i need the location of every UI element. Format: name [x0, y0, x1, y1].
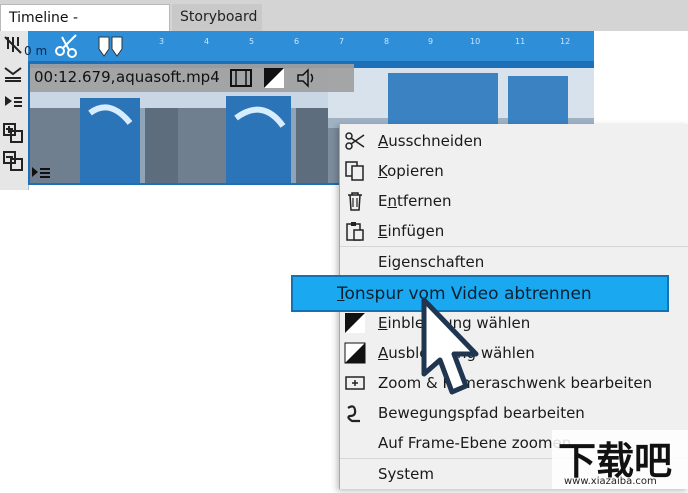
menu-label: A [378, 132, 389, 150]
menu-label: A [378, 344, 389, 362]
magnet-icon[interactable] [2, 34, 24, 56]
ruler-tick: 3 [159, 37, 165, 46]
ruler-partial-label: 0 m [24, 44, 48, 58]
transition-icon[interactable] [263, 67, 285, 93]
ruler-tick: 10 [470, 37, 481, 46]
watermark: 下载吧 www.xiazaiba.com [552, 430, 688, 489]
time-ruler[interactable]: 0 m 3 4 5 6 7 8 9 10 11 12 [24, 31, 594, 64]
mouse-cursor-icon [418, 296, 488, 410]
scissors-icon [344, 130, 366, 152]
ruler-tick: 8 [384, 37, 390, 46]
menu-label: tfernen [397, 192, 452, 210]
play-lines-icon [30, 163, 52, 187]
watermark-url: www.xiazaiba.com [564, 476, 657, 487]
add-track-icon[interactable] [2, 122, 24, 144]
menu-label: n [387, 192, 397, 210]
menu-label: opieren [387, 162, 444, 180]
clip-info-bar: 00:12.679, aquasoft.mp4 [30, 64, 354, 92]
zoom-pan-icon [344, 372, 366, 394]
speaker-icon[interactable] [296, 68, 318, 92]
menu-label: System [378, 465, 434, 483]
tab-timeline[interactable]: Timeline - Spuransicht [0, 4, 170, 53]
ruler-tick: 6 [294, 37, 300, 46]
fade-out-icon [344, 342, 366, 364]
menu-label: Auf Frame-Ebene zoomen [378, 434, 572, 452]
ruler-tick: 4 [204, 37, 210, 46]
tab-bar: Timeline - Spuransicht Storyboard [0, 0, 688, 53]
menu-item-fade-in[interactable]: Einblendung wählen [340, 308, 688, 338]
scissors-icon[interactable] [54, 33, 80, 63]
ruler-tick: 7 [339, 37, 345, 46]
marker-icon[interactable] [96, 34, 126, 64]
menu-item-delete[interactable]: Entfernen [340, 186, 688, 216]
tab-storyboard-label: Storyboard [180, 9, 258, 25]
menu-item-paste[interactable]: Einfügen [340, 216, 688, 246]
ruler-tick: 5 [249, 37, 255, 46]
paste-icon [344, 220, 366, 242]
clip-name: aquasoft.mp4 [116, 68, 220, 86]
ruler-tick: 12 [560, 37, 571, 46]
fade-in-icon [344, 312, 366, 334]
menu-item-fade-out[interactable]: Ausblendung wählen [340, 338, 688, 368]
play-lines-icon[interactable] [2, 91, 24, 113]
trash-icon [344, 190, 366, 212]
menu-item-motion-path[interactable]: Bewegungspfad bearbeiten [340, 398, 688, 428]
motion-path-icon [344, 402, 366, 424]
menu-label: infügen [387, 222, 445, 240]
menu-item-cut[interactable]: Ausschneiden [340, 126, 688, 156]
clip-time: 00:12.679, [34, 68, 116, 86]
menu-label: usschneiden [388, 132, 483, 150]
menu-label: T [337, 284, 345, 304]
menu-item-copy[interactable]: Kopieren [340, 156, 688, 186]
remove-track-icon[interactable] [2, 150, 24, 172]
align-icon[interactable] [2, 62, 24, 84]
frames-icon[interactable] [230, 68, 252, 92]
tab-storyboard[interactable]: Storyboard [172, 4, 262, 31]
ruler-tick: 11 [515, 37, 526, 46]
ruler-tick: 9 [428, 37, 434, 46]
menu-label: K [378, 162, 388, 180]
menu-label: Eigenschaften [378, 253, 485, 271]
copy-icon [344, 160, 366, 182]
menu-item-properties[interactable]: Eigenschaften [340, 246, 688, 277]
menu-item-zoom-pan[interactable]: Zoom & Kameraschwenk bearbeiten [340, 368, 688, 398]
